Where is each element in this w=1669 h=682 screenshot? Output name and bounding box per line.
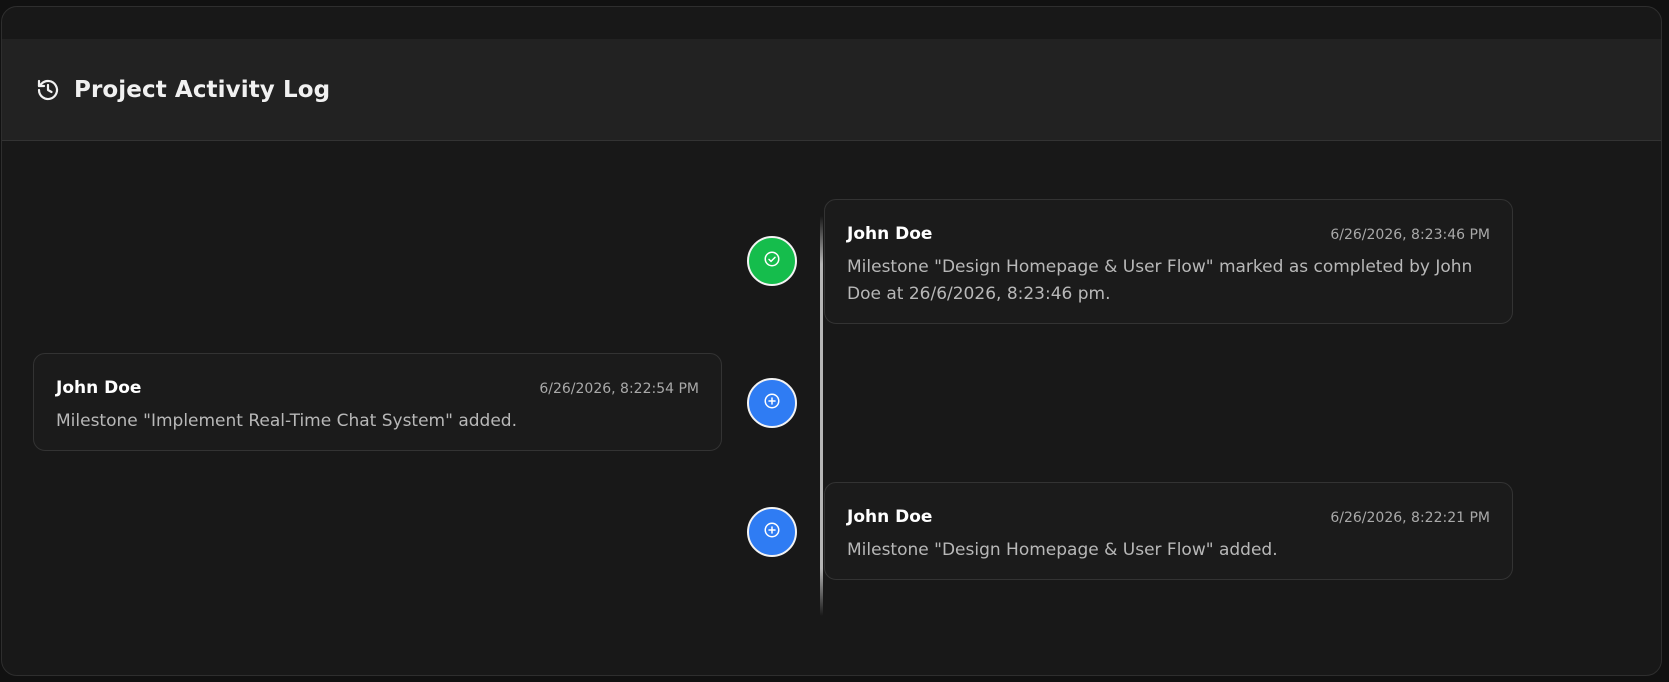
activity-card: John Doe 6/26/2026, 8:22:21 PM Milestone… <box>824 482 1513 580</box>
plus-circle-icon <box>763 521 781 543</box>
plus-circle-icon <box>763 392 781 414</box>
activity-message: Milestone "Design Homepage & User Flow" … <box>847 540 1278 560</box>
panel-header: Project Activity Log <box>2 39 1661 141</box>
history-icon <box>36 78 60 102</box>
activity-timestamp: 6/26/2026, 8:23:46 PM <box>1330 227 1490 243</box>
timeline-rail <box>820 216 823 616</box>
activity-author: John Doe <box>847 507 933 527</box>
activity-timestamp: 6/26/2026, 8:22:54 PM <box>539 381 699 397</box>
activity-author: John Doe <box>56 378 142 398</box>
timeline-marker-added <box>747 507 797 557</box>
activity-timestamp: 6/26/2026, 8:22:21 PM <box>1330 510 1490 526</box>
activity-card: John Doe 6/26/2026, 8:23:46 PM Milestone… <box>824 199 1513 324</box>
check-circle-icon <box>763 250 781 272</box>
activity-card: John Doe 6/26/2026, 8:22:54 PM Milestone… <box>33 353 722 451</box>
page-title: Project Activity Log <box>74 76 331 103</box>
activity-author: John Doe <box>847 224 933 244</box>
activity-timeline: John Doe 6/26/2026, 8:23:46 PM Milestone… <box>2 141 1661 675</box>
timeline-marker-added <box>747 378 797 428</box>
activity-message: Milestone "Design Homepage & User Flow" … <box>847 257 1473 304</box>
timeline-marker-completed <box>747 236 797 286</box>
activity-message: Milestone "Implement Real-Time Chat Syst… <box>56 411 517 431</box>
activity-log-panel: Project Activity Log John Doe 6/26/2026,… <box>1 6 1662 676</box>
